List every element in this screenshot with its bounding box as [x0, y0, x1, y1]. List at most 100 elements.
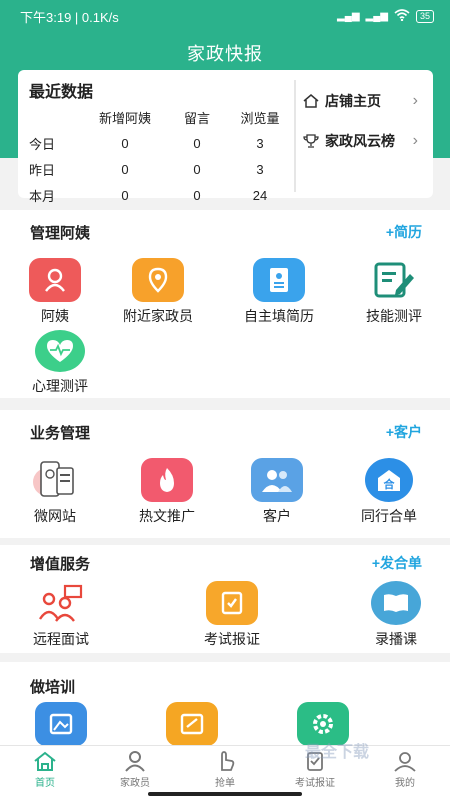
self-resume-item[interactable]: 自主填简历: [224, 258, 334, 326]
hot-article-item[interactable]: 热文推广: [112, 458, 222, 526]
divider: [294, 80, 296, 192]
recent-data-table: 新增阿姨 留言 浏览量 今日 0 0 3 昨日 0 0 3 本月 0 0 24: [29, 104, 299, 208]
table-cell: 0: [193, 187, 201, 203]
recent-data-card: 最近数据 新增阿姨 留言 浏览量 今日 0 0 3 昨日 0 0 3 本月 0 …: [18, 70, 433, 204]
home-icon: [34, 751, 56, 771]
item-label: 技能测评: [366, 308, 422, 324]
add-resume-button[interactable]: +简历: [386, 222, 422, 242]
value-added-section: 增值服务 +发合单 远程面试 考试报证 录播课: [0, 545, 450, 653]
table-header-row: 新增阿姨 留言 浏览量: [29, 104, 299, 130]
item-label: 客户: [263, 508, 291, 524]
psych-test-item[interactable]: 心理测评: [5, 330, 115, 396]
item-label: 远程面试: [33, 631, 89, 647]
peer-merge-item[interactable]: 合 同行合单: [334, 458, 444, 526]
add-merge-order-button[interactable]: +发合单: [372, 553, 422, 573]
section-title: 做培训: [30, 679, 76, 696]
exam-icon: [206, 581, 258, 625]
svg-text:合: 合: [384, 477, 396, 491]
manage-nanny-section: 管理阿姨 +简历 阿姨 附近家政员 自主填简历 技能测评 心理测评: [0, 210, 450, 398]
section-title: 增值服务: [30, 556, 91, 573]
column-header: 留言: [183, 110, 210, 126]
person-icon: [125, 751, 145, 772]
add-customer-button[interactable]: +客户: [386, 422, 422, 442]
ranking-link[interactable]: 家政风云榜 ›: [302, 126, 432, 156]
customers-icon: [251, 458, 303, 502]
book-icon: [371, 581, 421, 625]
row-label: 今日: [29, 136, 56, 152]
battery-icon: 35: [415, 9, 434, 23]
home-indicator: [148, 792, 302, 796]
tab-mine[interactable]: 我的: [360, 750, 450, 789]
item-label: 阿姨: [41, 308, 69, 324]
training-section: 做培训: [0, 662, 450, 746]
item-label: 微网站: [34, 508, 76, 524]
shop-home-link[interactable]: 店铺主页 ›: [302, 86, 432, 116]
column-header: 浏览量: [240, 110, 280, 126]
recent-data-title: 最近数据: [29, 84, 94, 101]
item-label: 附近家政员: [123, 308, 193, 324]
location-icon: [132, 258, 184, 302]
section-title: 业务管理: [30, 425, 91, 442]
skill-test-item[interactable]: 技能测评: [339, 258, 449, 326]
row-label: 昨日: [29, 162, 56, 178]
chevron-right-icon: ›: [412, 132, 418, 149]
trophy-icon: [303, 134, 319, 148]
table-cell: 0: [121, 135, 129, 151]
row-label: 本月: [29, 188, 56, 204]
table-cell: 0: [121, 187, 129, 203]
recorded-course-item[interactable]: 录播课: [341, 581, 450, 649]
item-label: 同行合单: [361, 508, 417, 524]
sign-icon: [166, 702, 218, 746]
signal-icon: ▂▄▆: [337, 10, 360, 22]
nearby-staff-item[interactable]: 附近家政员: [103, 258, 213, 326]
table-cell: 0: [121, 161, 129, 177]
item-label: 心理测评: [32, 378, 88, 394]
resume-icon: [253, 258, 305, 302]
interview-icon: [35, 581, 87, 625]
item-label: 自主填简历: [244, 308, 314, 324]
status-time: 下午3:19 | 0.1K/s: [20, 9, 119, 25]
remote-interview-item[interactable]: 远程面试: [6, 581, 116, 649]
status-bar: 下午3:19 | 0.1K/s ▂▄▆ ▂▄▆ 35: [0, 0, 450, 32]
table-cell: 24: [252, 187, 268, 203]
table-cell: 0: [193, 135, 201, 151]
tab-label: 抢单: [215, 778, 235, 789]
signal-icon: ▂▄▆: [365, 10, 388, 22]
tab-staff[interactable]: 家政员: [90, 750, 180, 789]
business-section: 业务管理 +客户 微网站 热文推广 客户 合 同行合单: [0, 410, 450, 538]
wifi-icon: [394, 8, 410, 24]
nanny-item[interactable]: 阿姨: [0, 258, 110, 326]
website-icon: [29, 458, 81, 502]
item-label: 录播课: [375, 631, 417, 647]
chevron-right-icon: ›: [412, 92, 418, 109]
tab-home[interactable]: 首页: [0, 750, 90, 789]
home-icon: [303, 94, 319, 108]
table-row: 昨日 0 0 3: [29, 156, 299, 182]
tab-label: 家政员: [120, 778, 150, 789]
section-title: 管理阿姨: [30, 225, 91, 242]
training-item-gallery[interactable]: [6, 702, 116, 746]
edit-icon: [368, 258, 420, 302]
user-icon: [394, 752, 416, 772]
shop-home-label: 店铺主页: [325, 93, 381, 109]
table-row: 今日 0 0 3: [29, 130, 299, 156]
merge-icon: 合: [365, 458, 413, 502]
customer-item[interactable]: 客户: [222, 458, 332, 526]
table-cell: 3: [256, 161, 264, 177]
watermark: 最全下载: [305, 744, 370, 761]
training-item-sign[interactable]: [137, 702, 247, 746]
ranking-label: 家政风云榜: [325, 133, 395, 149]
item-label: 热文推广: [139, 508, 195, 524]
page-title: 家政快报: [187, 44, 263, 64]
website-item[interactable]: 微网站: [0, 458, 110, 526]
heart-icon: [35, 330, 85, 372]
column-header: 新增阿姨: [98, 110, 151, 126]
status-indicators: ▂▄▆ ▂▄▆ 35: [337, 8, 434, 24]
tab-label: 我的: [395, 778, 415, 789]
tab-grab-order[interactable]: 抢单: [180, 750, 270, 789]
table-cell: 3: [256, 135, 264, 151]
fire-icon: [141, 458, 193, 502]
tab-label: 考试报证: [295, 778, 335, 789]
item-label: 考试报证: [204, 631, 260, 647]
exam-cert-item[interactable]: 考试报证: [177, 581, 287, 649]
